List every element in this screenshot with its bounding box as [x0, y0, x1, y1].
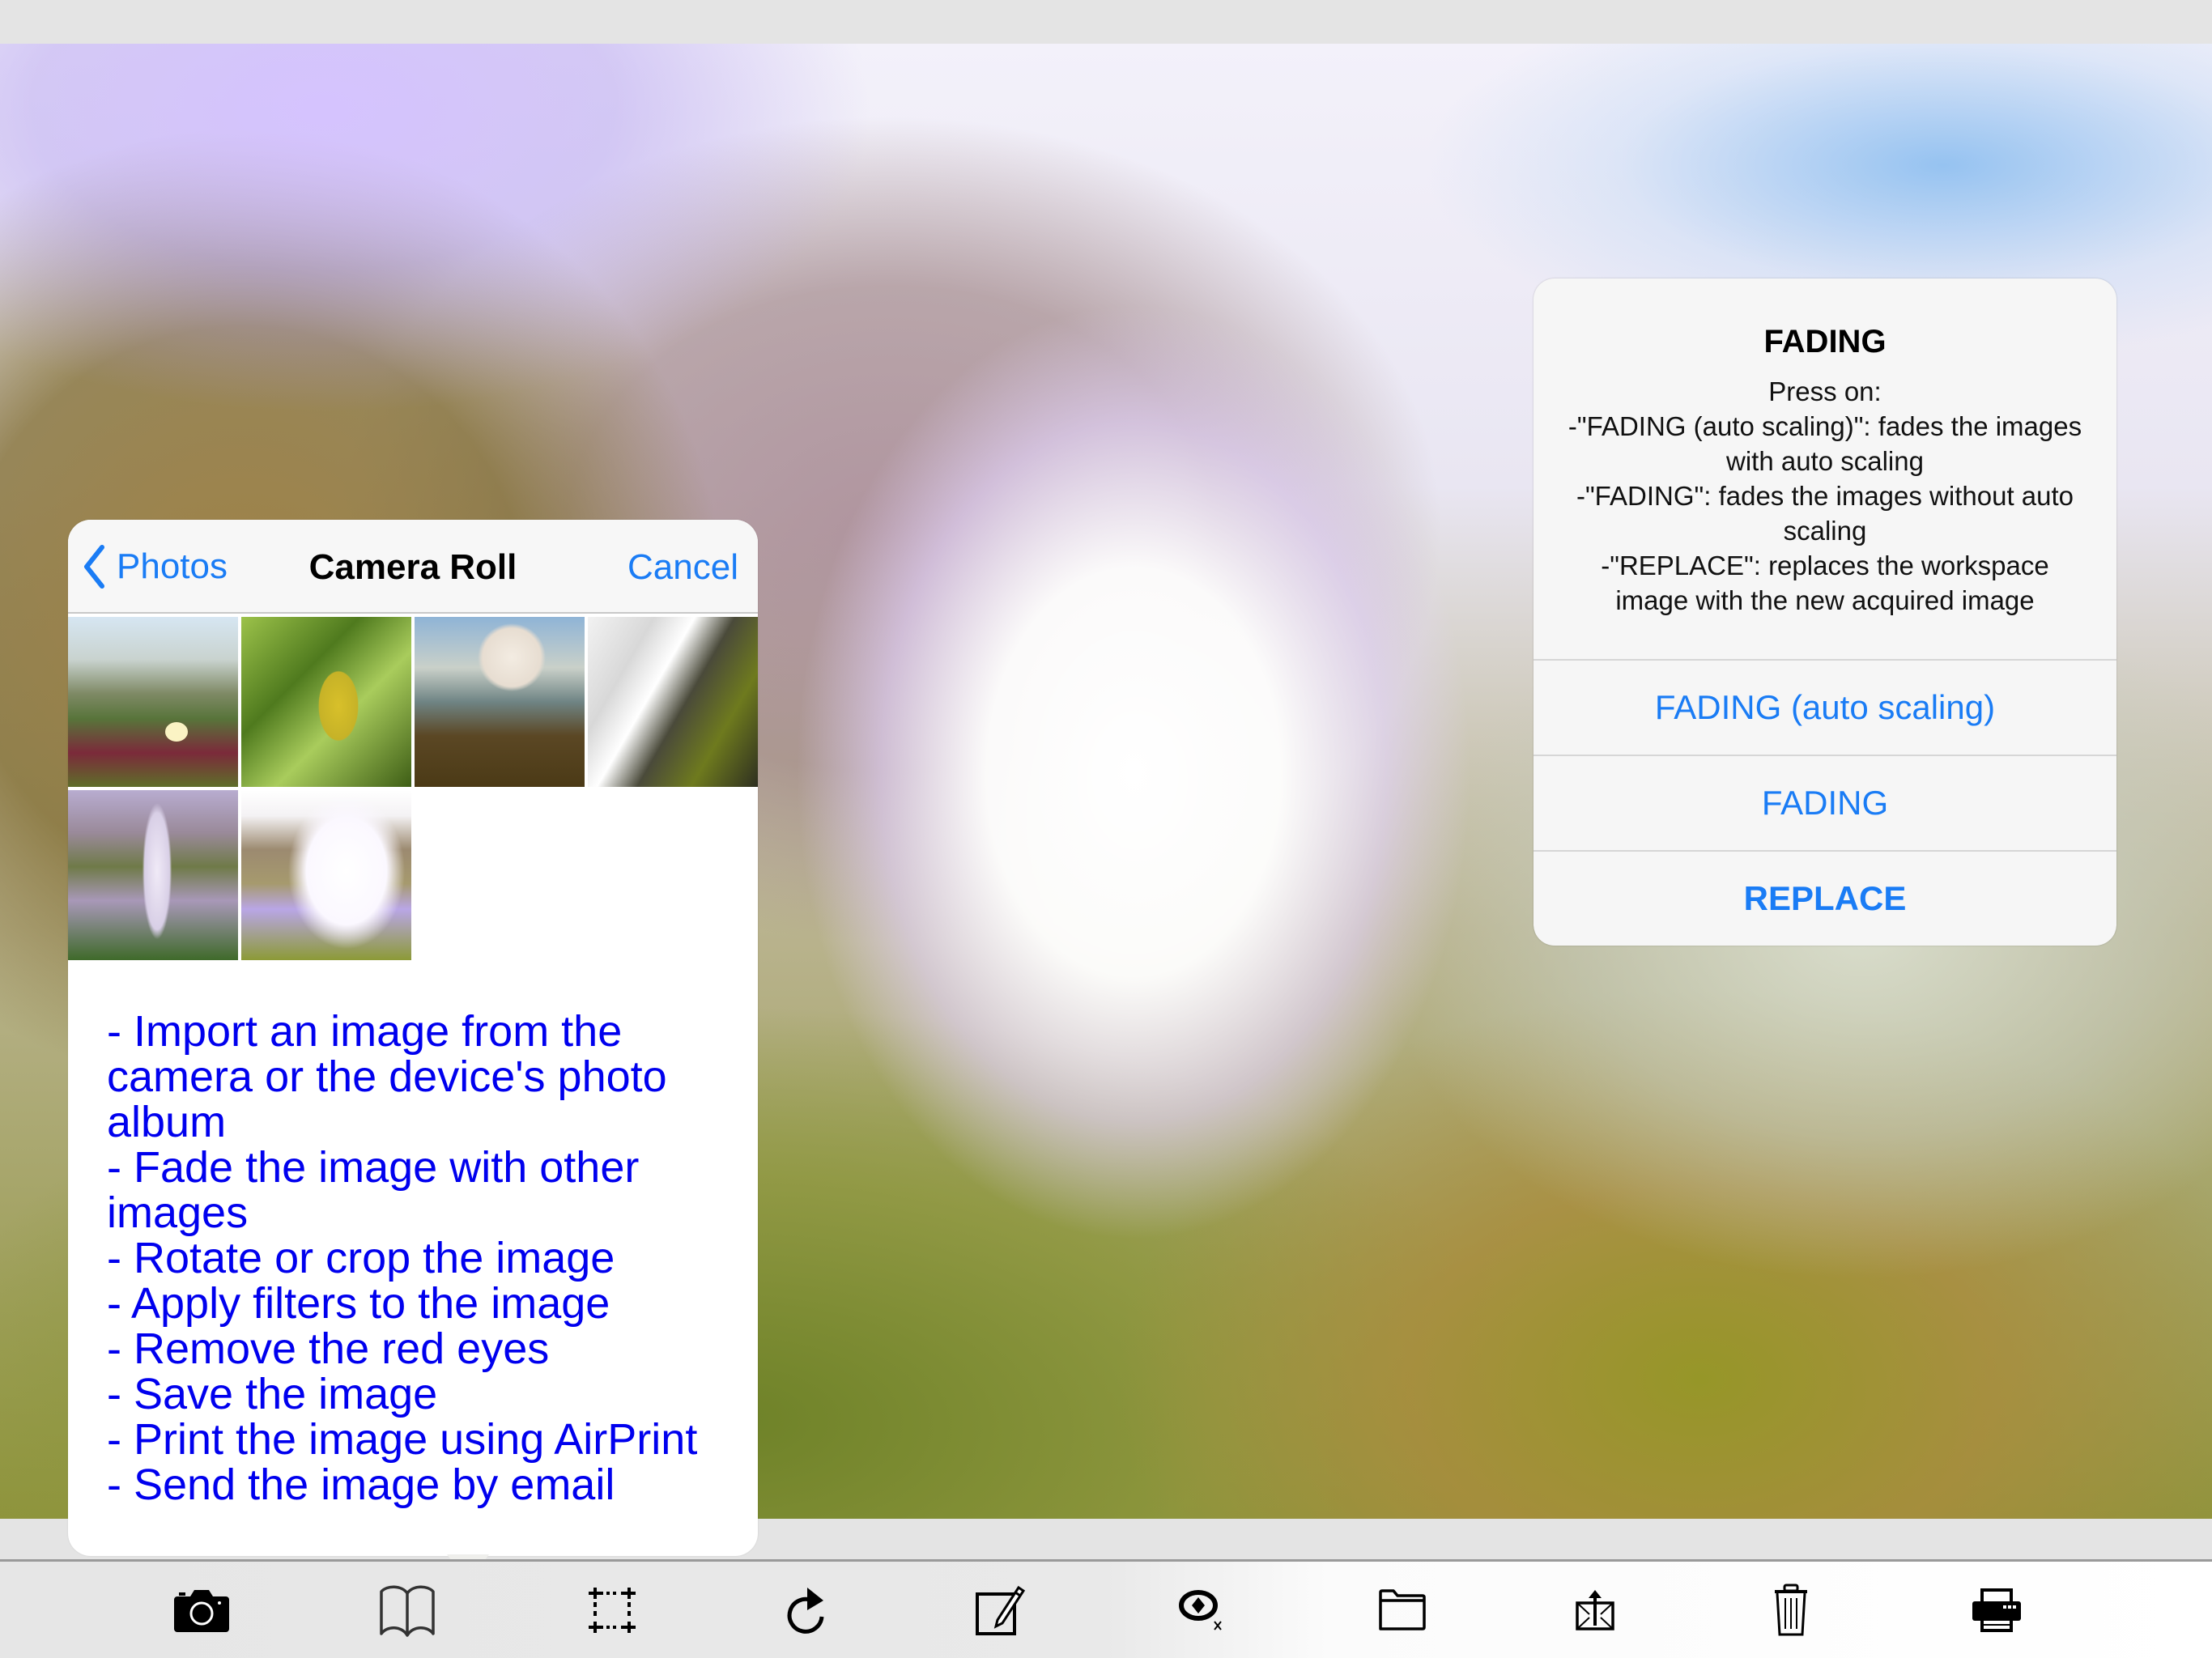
edit-button[interactable] [968, 1578, 1033, 1643]
alert-message-line: -"REPLACE": replaces the workspace image… [1601, 551, 2049, 615]
feature-item: - Send the image by email [107, 1460, 615, 1509]
feature-item: - Import an image from the camera or the… [107, 1007, 667, 1146]
folder-button[interactable] [1370, 1578, 1435, 1643]
trash-button[interactable] [1759, 1578, 1823, 1643]
book-button[interactable] [375, 1578, 440, 1643]
photo-thumbnail[interactable] [241, 617, 411, 787]
fading-button[interactable]: FADING [1534, 755, 2116, 850]
status-bar [0, 0, 2212, 44]
folder-icon [1379, 1589, 1426, 1630]
print-button[interactable] [1964, 1578, 2029, 1643]
photo-thumbnail[interactable] [68, 790, 238, 960]
feature-item: - Rotate or crop the image [107, 1234, 615, 1282]
camera-button[interactable] [169, 1578, 234, 1643]
alert-title: FADING [1763, 324, 1887, 359]
photo-thumbnail[interactable] [588, 617, 758, 787]
alert-message: Press on: -"FADING (auto scaling)": fade… [1566, 374, 2084, 618]
picker-nav-bar: Photos Camera Roll Cancel [68, 520, 758, 614]
replace-button[interactable]: REPLACE [1534, 850, 2116, 946]
cancel-button[interactable]: Cancel [627, 547, 738, 588]
feature-item: - Apply filters to the image [107, 1279, 610, 1328]
alert-message-line: -"FADING (auto scaling)": fades the imag… [1568, 411, 2082, 476]
camera-roll-popover: Photos Camera Roll Cancel - Import an im… [68, 520, 758, 1584]
alert-message-line: Press on: [1768, 376, 1882, 406]
crop-button[interactable] [580, 1578, 644, 1643]
rotate-button[interactable] [773, 1578, 838, 1643]
red-eye-button[interactable] [1171, 1578, 1236, 1643]
trash-icon [1775, 1584, 1807, 1636]
red-eye-icon [1179, 1590, 1222, 1630]
feature-item: - Print the image using AirPrint [107, 1415, 698, 1464]
crop-icon [589, 1588, 636, 1633]
feature-list: - Import an image from the camera or the… [107, 1009, 738, 1507]
thumbnail-grid [68, 617, 758, 960]
email-button[interactable] [1563, 1578, 1627, 1643]
photo-thumbnail[interactable] [68, 617, 238, 787]
email-icon [1576, 1590, 1614, 1630]
fading-auto-scaling-button[interactable]: FADING (auto scaling) [1534, 659, 2116, 755]
alert-message-line: -"FADING": fades the images without auto… [1576, 481, 2074, 546]
feature-item: - Fade the image with other images [107, 1143, 640, 1237]
photo-thumbnail[interactable] [241, 790, 411, 960]
fading-alert: FADING Press on: -"FADING (auto scaling)… [1534, 278, 2116, 946]
printer-icon [1972, 1588, 2021, 1632]
edit-icon [976, 1585, 1026, 1635]
book-icon [380, 1585, 435, 1637]
feature-item: - Remove the red eyes [107, 1324, 550, 1373]
rotate-icon [787, 1588, 824, 1634]
camera-icon [174, 1590, 229, 1632]
photo-thumbnail[interactable] [415, 617, 585, 787]
feature-item: - Save the image [107, 1370, 438, 1418]
bottom-toolbar [0, 1562, 2212, 1658]
